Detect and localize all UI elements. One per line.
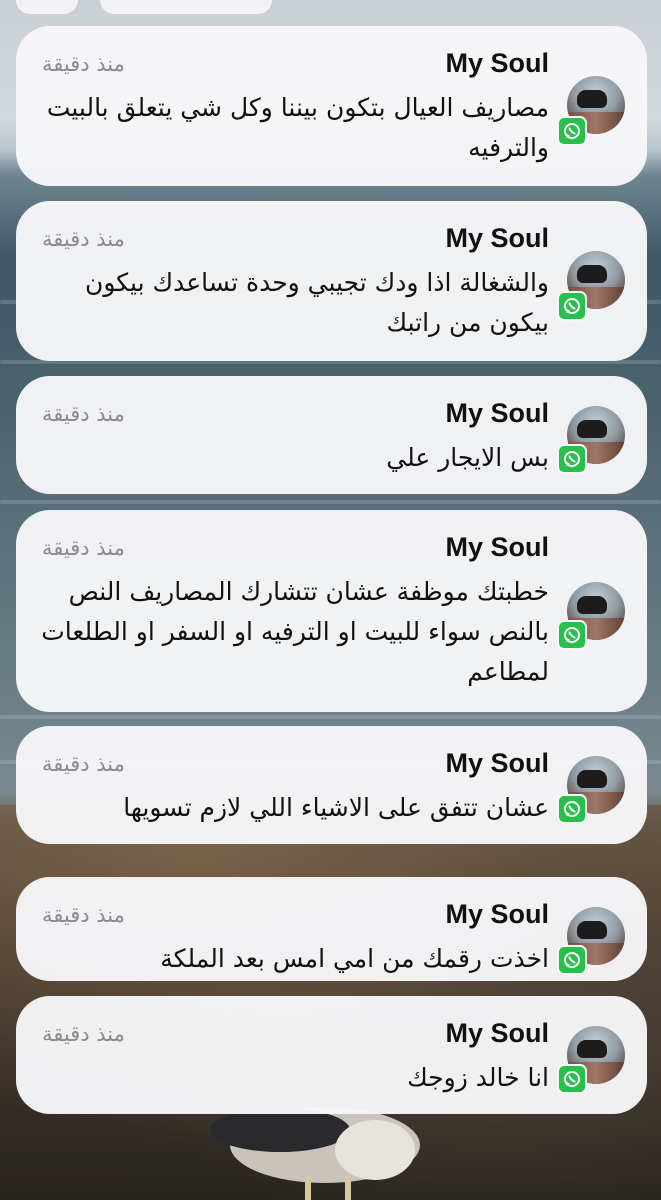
notification-message: اخذت رقمك من امي امس بعد الملكة (160, 944, 549, 973)
whatsapp-icon (557, 1064, 587, 1094)
wave-line (0, 500, 661, 504)
notification-card[interactable]: منذ دقيقة My Soul خطبتك موظفة عشان تتشار… (16, 510, 647, 712)
notification-time: منذ دقيقة (42, 536, 125, 560)
notification-title: My Soul (445, 48, 549, 78)
notification-message: انا خالد زوجك (407, 1063, 549, 1092)
notification-card[interactable]: منذ دقيقة My Soul مصاريف العيال بتكون بي… (16, 26, 647, 186)
notification-card[interactable]: منذ دقيقة My Soul اخذت رقمك من امي امس ب… (16, 877, 647, 981)
notification-title: My Soul (445, 1018, 549, 1048)
notification-message: والشغالة اذا ودك تجيبي وحدة تساعدك بيكون… (84, 268, 549, 337)
notification-card[interactable]: منذ دقيقة My Soul والشغالة اذا ودك تجيبي… (16, 201, 647, 361)
notification-message: بس الايجار علي (386, 443, 549, 472)
notification-card[interactable]: منذ دقيقة My Soul انا خالد زوجك (16, 996, 647, 1114)
notification-title: My Soul (445, 398, 549, 428)
wave-line (0, 715, 661, 719)
previous-notification-edge (100, 0, 272, 14)
notification-card[interactable]: منذ دقيقة My Soul بس الايجار علي (16, 376, 647, 494)
whatsapp-icon (557, 945, 587, 975)
notification-title: My Soul (445, 748, 549, 778)
notification-time: منذ دقيقة (42, 227, 125, 251)
previous-notification-edge (16, 0, 78, 14)
whatsapp-icon (557, 444, 587, 474)
notification-title: My Soul (445, 532, 549, 562)
whatsapp-icon (557, 116, 587, 146)
whatsapp-icon (557, 291, 587, 321)
notification-time: منذ دقيقة (42, 52, 125, 76)
notification-title: My Soul (445, 899, 549, 929)
notification-message: مصاريف العيال بتكون بيننا وكل شي يتعلق ب… (46, 93, 549, 162)
whatsapp-icon (557, 794, 587, 824)
whatsapp-icon (557, 620, 587, 650)
notification-message: خطبتك موظفة عشان تتشارك المصاريف النص با… (41, 577, 549, 686)
notification-title: My Soul (445, 223, 549, 253)
notification-message: عشان تتفق على الاشياء اللي لازم تسويها (123, 793, 549, 822)
notification-time: منذ دقيقة (42, 752, 125, 776)
notification-time: منذ دقيقة (42, 903, 125, 927)
notification-time: منذ دقيقة (42, 402, 125, 426)
notification-card[interactable]: منذ دقيقة My Soul عشان تتفق على الاشياء … (16, 726, 647, 844)
notification-time: منذ دقيقة (42, 1022, 125, 1046)
